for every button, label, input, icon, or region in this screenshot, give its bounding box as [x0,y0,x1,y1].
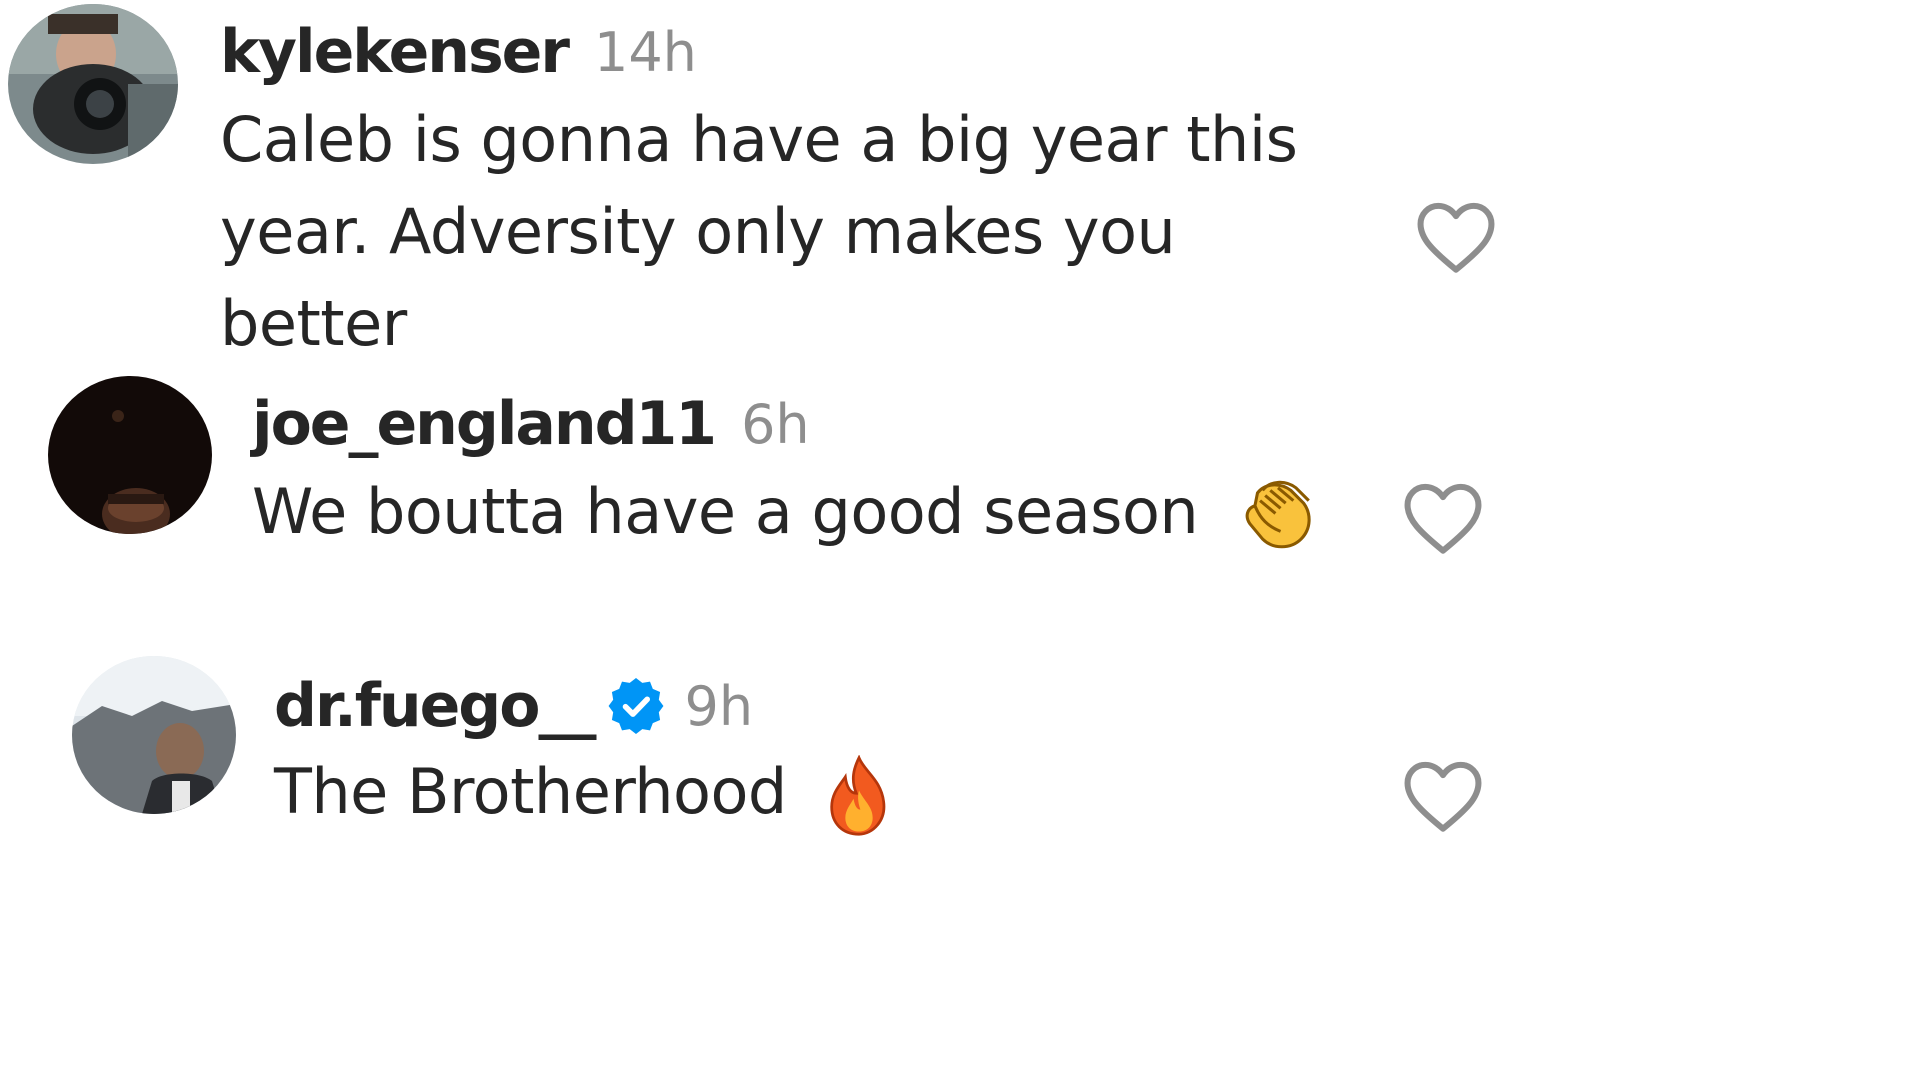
timestamp[interactable]: 6h [741,393,810,456]
comment-item: dr.fuego__ 9h The Brotherhood [0,640,1568,880]
username[interactable]: kylekenser [220,17,570,87]
comment-item: joe_england11 6h We boutta have a good s… [0,370,1568,620]
comment-text: We boutta have a good season [252,466,1372,558]
avatar[interactable] [48,376,212,534]
clapping-hands-icon [1237,475,1319,557]
heart-outline-icon[interactable] [1413,197,1499,275]
timestamp[interactable]: 9h [684,675,753,738]
timestamp[interactable]: 14h [594,21,697,84]
heart-outline-icon[interactable] [1400,478,1486,556]
fire-icon [826,754,892,837]
comment-header: kylekenser 14h [220,14,697,90]
comment-header: dr.fuego__ 9h [274,668,753,744]
comment-header: joe_england11 6h [252,386,810,462]
heart-outline-icon[interactable] [1400,756,1486,834]
comment-item: kylekenser 14h Caleb is gonna have a big… [0,0,1568,370]
comment-text: Caleb is gonna have a big year this year… [220,103,1298,360]
comment-text: The Brotherhood [274,746,1374,838]
username[interactable]: joe_england11 [252,389,717,459]
comment-text-content: We boutta have a good season [252,475,1199,548]
comment-text-content: The Brotherhood [274,755,787,828]
avatar[interactable] [8,4,178,164]
avatar[interactable] [72,656,236,814]
username[interactable]: dr.fuego__ [274,671,596,741]
verified-badge-icon [608,678,664,734]
